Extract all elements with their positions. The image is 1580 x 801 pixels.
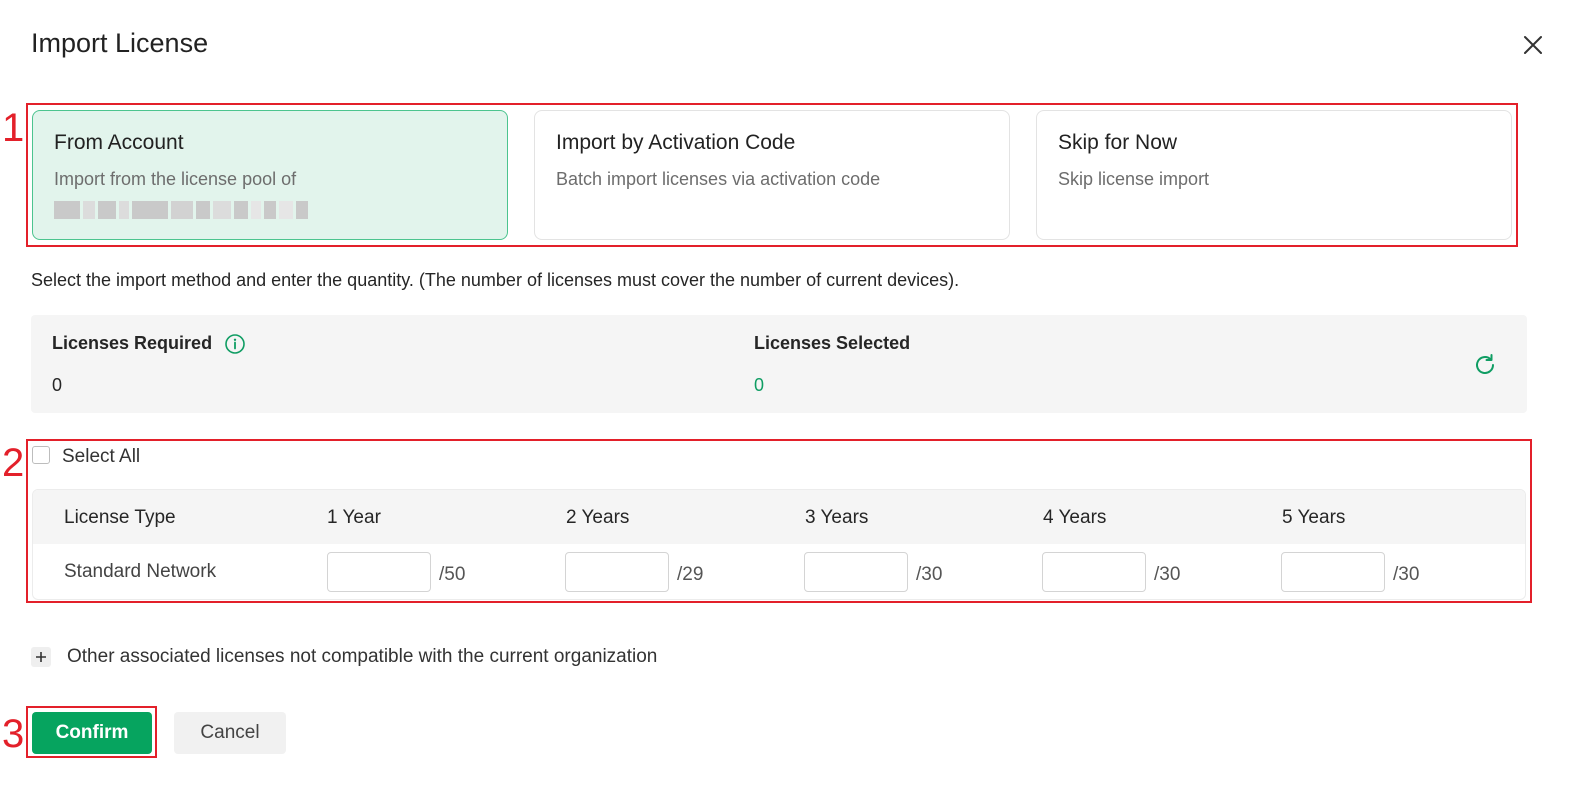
expand-plus-icon[interactable] bbox=[31, 647, 51, 667]
method-title: Import by Activation Code bbox=[556, 131, 796, 154]
quantity-input-2-years[interactable] bbox=[565, 552, 669, 592]
method-title: Skip for Now bbox=[1058, 131, 1178, 154]
max-quantity-1-year: /50 bbox=[439, 564, 466, 585]
dialog-title: Import License bbox=[31, 28, 209, 58]
method-card-from-account[interactable]: From Account Import from the license poo… bbox=[32, 110, 508, 240]
quantity-input-1-year[interactable] bbox=[327, 552, 431, 592]
quantity-input-5-years[interactable] bbox=[1281, 552, 1385, 592]
license-type-cell: Standard Network bbox=[64, 561, 217, 582]
column-header-3-years: 3 Years bbox=[805, 507, 869, 528]
select-all-checkbox[interactable] bbox=[32, 446, 50, 464]
max-quantity-2-years: /29 bbox=[677, 564, 704, 585]
license-summary-panel: Licenses Required 0 Licenses Selected 0 bbox=[31, 315, 1527, 413]
close-icon[interactable] bbox=[1518, 30, 1548, 60]
column-header-license-type: License Type bbox=[64, 507, 176, 528]
cancel-button[interactable]: Cancel bbox=[174, 712, 286, 754]
licenses-required-value: 0 bbox=[52, 375, 63, 395]
licenses-required-label: Licenses Required bbox=[52, 333, 213, 353]
license-table: License Type 1 Year 2 Years 3 Years 4 Ye… bbox=[32, 489, 1526, 600]
column-header-5-years: 5 Years bbox=[1282, 507, 1346, 528]
max-quantity-4-years: /30 bbox=[1154, 564, 1181, 585]
method-card-activation-code[interactable]: Import by Activation Code Batch import l… bbox=[534, 110, 1010, 240]
info-icon[interactable] bbox=[224, 333, 246, 355]
quantity-input-3-years[interactable] bbox=[804, 552, 908, 592]
annotation-number-1: 1 bbox=[2, 106, 25, 150]
redacted-account-name bbox=[54, 201, 308, 219]
quantity-input-4-years[interactable] bbox=[1042, 552, 1146, 592]
instruction-text: Select the import method and enter the q… bbox=[31, 270, 960, 290]
method-card-skip[interactable]: Skip for Now Skip license import bbox=[1036, 110, 1512, 240]
refresh-icon[interactable] bbox=[1472, 352, 1498, 378]
licenses-selected-label: Licenses Selected bbox=[754, 333, 911, 353]
method-title: From Account bbox=[54, 131, 184, 154]
column-header-2-years: 2 Years bbox=[566, 507, 630, 528]
method-description: Batch import licenses via activation cod… bbox=[556, 169, 881, 189]
max-quantity-3-years: /30 bbox=[916, 564, 943, 585]
column-header-1-year: 1 Year bbox=[327, 507, 381, 528]
other-licenses-toggle[interactable]: Other associated licenses not compatible… bbox=[67, 646, 657, 668]
column-header-4-years: 4 Years bbox=[1043, 507, 1107, 528]
annotation-number-2: 2 bbox=[2, 441, 25, 485]
max-quantity-5-years: /30 bbox=[1393, 564, 1420, 585]
select-all-label[interactable]: Select All bbox=[62, 446, 140, 468]
method-description: Import from the license pool of bbox=[54, 169, 297, 189]
licenses-selected-value: 0 bbox=[754, 375, 765, 395]
confirm-button[interactable]: Confirm bbox=[32, 712, 152, 754]
annotation-number-3: 3 bbox=[2, 712, 25, 756]
method-description: Skip license import bbox=[1058, 169, 1210, 189]
